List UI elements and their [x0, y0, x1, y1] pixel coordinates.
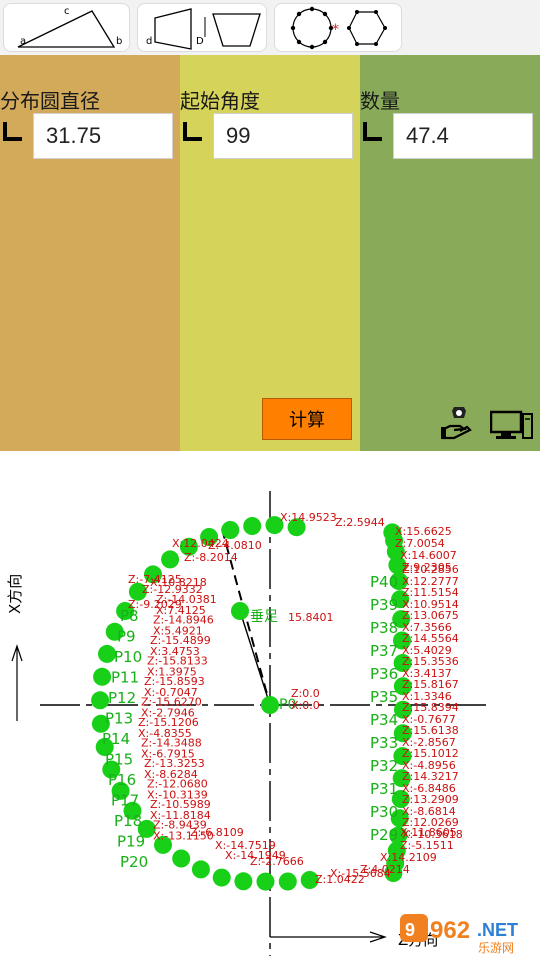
point-label: P15: [105, 751, 133, 769]
watermark-suffix: .NET: [477, 920, 518, 940]
point-value: Z:-9.2029: [128, 598, 182, 611]
point-value: Z:-2.7666: [250, 855, 304, 868]
hand-shield-icon[interactable]: [440, 404, 474, 440]
triangle-label-a: a: [20, 36, 26, 47]
point-label: P18: [114, 812, 142, 830]
point-value: Z:-12.9332: [142, 583, 203, 596]
polygon-circle-tool-button[interactable]: *: [274, 3, 402, 52]
point-label: P11: [111, 669, 139, 687]
trapezoid-icon: d D: [146, 8, 261, 50]
point-value: Z:2.5944: [335, 516, 385, 529]
point-label: P33: [370, 734, 398, 752]
point-label: P31: [370, 780, 398, 798]
point-label: P9: [117, 628, 136, 646]
count-label: 数量: [360, 89, 400, 113]
point-label: P38: [370, 619, 398, 637]
x-direction-arrow: [11, 644, 23, 721]
triangle-label-c: c: [64, 6, 70, 17]
calculate-button[interactable]: 计算: [262, 398, 352, 440]
hole-point[interactable]: [93, 667, 112, 686]
hole-point[interactable]: [278, 872, 297, 891]
point-value: X:11.8605: [400, 826, 457, 839]
start-angle-panel: 起始角度: [180, 55, 360, 451]
point-value: X:14.9523: [280, 511, 337, 524]
corner-icon: [3, 122, 22, 141]
shape-toolbar: a c b d D *: [0, 0, 540, 55]
diameter-panel: 分布圆直径: [0, 55, 180, 451]
hole-point[interactable]: [256, 872, 275, 891]
point-value: Z:-8.2014: [184, 551, 238, 564]
triangle-label-b: b: [116, 36, 122, 47]
perpendicular-foot-value: 15.8401: [288, 611, 334, 624]
start-angle-label: 起始角度: [180, 89, 260, 113]
point-label: P13: [105, 710, 133, 728]
svg-text:9: 9: [405, 920, 415, 940]
point-label: P12: [108, 689, 136, 707]
point-value: X:-14.7519: [215, 839, 276, 852]
x-axis-label: X方向: [6, 574, 24, 614]
hole-point[interactable]: [191, 860, 210, 879]
triangle-icon: a c b: [17, 6, 122, 48]
corner-icon: [183, 122, 202, 141]
center-x-value: X:0.0: [291, 699, 320, 712]
watermark-sub: 乐游网: [478, 941, 514, 954]
trapezoid-tool-button[interactable]: d D: [137, 3, 267, 52]
count-input[interactable]: [393, 113, 533, 159]
point-label: P10: [114, 648, 142, 666]
hole-point[interactable]: [161, 550, 180, 569]
diameter-label: 分布圆直径: [0, 89, 100, 113]
point-label: P16: [108, 771, 136, 789]
point-label: P34: [370, 711, 398, 729]
watermark-logo: 9 962 .NET 乐游网: [400, 914, 518, 954]
point-label: P14: [102, 730, 130, 748]
point-label: P19: [117, 833, 145, 851]
hole-point[interactable]: [234, 872, 253, 891]
point-label: P39: [370, 596, 398, 614]
point-value: Z:-6.8109: [190, 826, 244, 839]
hole-point[interactable]: [172, 849, 191, 868]
computer-icon[interactable]: [490, 410, 534, 440]
point-label: P32: [370, 757, 398, 775]
point-label: P35: [370, 688, 398, 706]
hole-point[interactable]: [91, 691, 110, 710]
point-value: Z:1.0422: [315, 873, 365, 886]
center-point[interactable]: [261, 696, 279, 714]
watermark-brand: 962: [430, 917, 470, 944]
point-value: Z:-4.0810: [208, 539, 262, 552]
trapezoid-label-d: d: [146, 36, 152, 47]
point-label: P37: [370, 642, 398, 660]
start-angle-input[interactable]: [213, 113, 353, 159]
hole-point[interactable]: [212, 868, 231, 887]
bolt-circle-hexagon-icon: *: [290, 6, 387, 50]
point-label: P36: [370, 665, 398, 683]
point-label: P30: [370, 803, 398, 821]
point-label: P29: [370, 826, 398, 844]
perpendicular-foot-point[interactable]: [231, 602, 249, 620]
hole-point[interactable]: [243, 517, 262, 535]
triangle-tool-button[interactable]: a c b: [3, 3, 130, 52]
point-label: P17: [111, 792, 139, 810]
point-label: P20: [120, 853, 148, 871]
count-panel: 数量: [360, 55, 540, 451]
svg-text:*: *: [332, 22, 339, 38]
diameter-input[interactable]: [33, 113, 173, 159]
point-label: P40: [370, 573, 398, 591]
perpendicular-foot-label: 垂足: [250, 609, 278, 625]
trapezoid-label-D: D: [196, 36, 204, 47]
corner-icon: [363, 122, 382, 141]
bolt-circle-plot[interactable]: P8Z:-14.0381X:7.4125P9Z:-14.8946X:5.4921…: [0, 451, 540, 960]
point-value: Z:9.2305: [402, 561, 452, 574]
z-direction-arrow: [270, 931, 387, 943]
